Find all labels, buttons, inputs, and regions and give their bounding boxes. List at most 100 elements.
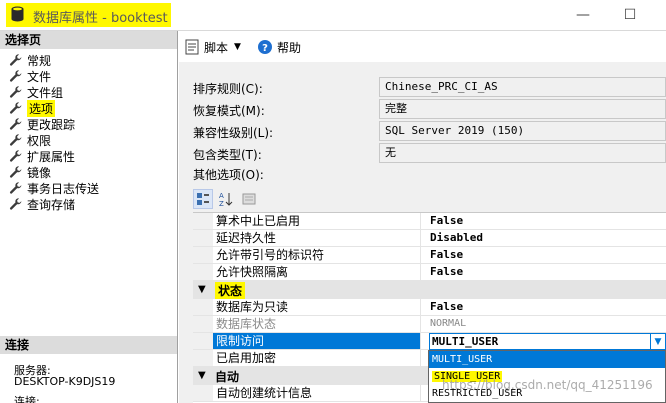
property-value-field[interactable]: 完整 xyxy=(379,99,666,119)
wrench-icon xyxy=(9,54,22,66)
wrench-icon xyxy=(9,182,22,194)
script-label: 脚本 xyxy=(204,40,229,55)
sidebar-item[interactable]: 查询存储 xyxy=(9,196,75,212)
category-state[interactable]: ▼ 状态 xyxy=(193,281,666,299)
wrench-icon xyxy=(9,134,22,146)
page-selector-header: 选择页 xyxy=(0,31,177,49)
grid-toolbar: A Z xyxy=(193,189,262,209)
grid-row-readonly[interactable]: 数据库为只读 False xyxy=(193,299,666,316)
server-value: DESKTOP-K9DJS19 xyxy=(14,375,116,388)
sidebar-item[interactable]: 文件 xyxy=(9,68,51,84)
grid-row[interactable]: 延迟持久性 Disabled xyxy=(193,230,666,247)
grid-row-name: 已启用加密 xyxy=(213,350,421,366)
collapse-caret-icon[interactable]: ▼ xyxy=(198,370,206,381)
help-label: 帮助 xyxy=(276,40,301,55)
grid-row-value: False xyxy=(430,214,464,227)
sidebar-item-label: 权限 xyxy=(27,133,52,148)
script-button[interactable]: 脚本 ▼ xyxy=(184,39,249,56)
wrench-icon xyxy=(9,102,22,114)
minimize-button[interactable]: — xyxy=(570,4,596,26)
toolbar: 脚本 ▼ ? 帮助 xyxy=(184,37,309,57)
title-bar: 数据库属性 - booktest — ☐ xyxy=(0,0,666,30)
script-icon xyxy=(185,39,199,55)
script-dropdown-caret-icon[interactable]: ▼ xyxy=(234,42,241,52)
alphabetical-sort-button[interactable]: A Z xyxy=(216,189,236,209)
sidebar-item-label: 扩展属性 xyxy=(27,149,76,164)
restrict-access-combobox[interactable]: MULTI_USER ▼ xyxy=(429,333,666,350)
restrict-access-value: MULTI_USER xyxy=(432,335,499,348)
sort-az-icon: A Z xyxy=(219,192,233,207)
sidebar-item-label: 常规 xyxy=(27,53,52,68)
grid-row[interactable]: 算术中止已启用 False xyxy=(193,213,666,230)
grid-row-name: 允许带引号的标识符 xyxy=(213,247,421,263)
categorized-icon xyxy=(197,193,209,205)
grid-row-db-state[interactable]: 数据库状态 NORMAL xyxy=(193,316,666,333)
connection-header: 连接 xyxy=(0,336,177,354)
sidebar-item[interactable]: 常规 xyxy=(9,52,51,68)
sidebar-item[interactable]: 事务日志传送 xyxy=(9,180,99,196)
restrict-access-label: 限制访问 xyxy=(213,333,421,349)
property-value-field[interactable]: 无 xyxy=(379,143,666,163)
grid-row-name: 算术中止已启用 xyxy=(213,213,421,229)
grid-row-value: False xyxy=(430,248,464,261)
window-title: 数据库属性 - booktest xyxy=(33,11,168,26)
database-icon xyxy=(11,6,24,22)
grid-row[interactable]: 允许快照隔离 False xyxy=(193,264,666,281)
wrench-icon xyxy=(9,166,22,178)
svg-text:A: A xyxy=(219,192,224,200)
grid-row-name: 允许快照隔离 xyxy=(213,264,421,280)
grid-row-value: NORMAL xyxy=(430,318,467,329)
connection-label: 连接: xyxy=(14,395,40,403)
sidebar-item-label: 选项 xyxy=(27,99,56,117)
property-pages-icon xyxy=(242,193,256,205)
other-options-label: 其他选项(O): xyxy=(193,168,264,182)
grid-row[interactable]: 允许带引号的标识符 False xyxy=(193,247,666,264)
maximize-button[interactable]: ☐ xyxy=(617,4,643,26)
sidebar-item[interactable]: 更改跟踪 xyxy=(9,116,75,132)
sidebar-item[interactable]: 文件组 xyxy=(9,84,63,100)
help-icon: ? xyxy=(257,40,272,54)
wrench-icon xyxy=(9,198,22,210)
wrench-icon xyxy=(9,70,22,82)
property-value-field[interactable]: SQL Server 2019 (150) xyxy=(379,121,666,141)
page-selector-pane: 选择页 常规 文件 文件组 选项 更改跟踪 权限 扩展属性 镜像 事务日志传送 查询存储 连接 服… xyxy=(0,31,178,403)
category-auto-label: 自动 xyxy=(215,370,240,384)
property-label: 恢复模式(M): xyxy=(193,104,265,118)
sidebar-item[interactable]: 扩展属性 xyxy=(9,148,75,164)
grid-row-value: Disabled xyxy=(430,231,483,244)
help-button[interactable]: ? 帮助 xyxy=(257,39,301,56)
sidebar-item[interactable]: 选项 xyxy=(9,99,56,117)
grid-row-value: False xyxy=(430,265,464,278)
category-state-label: 状态 xyxy=(215,282,246,299)
property-label: 兼容性级别(L): xyxy=(193,126,274,140)
wrench-icon xyxy=(9,86,22,98)
property-label: 排序规则(C): xyxy=(193,82,263,96)
property-value-field[interactable]: Chinese_PRC_CI_AS xyxy=(379,77,666,97)
categorized-sort-button[interactable] xyxy=(193,189,213,209)
sidebar-item-label: 镜像 xyxy=(27,165,52,180)
chevron-down-icon[interactable]: ▼ xyxy=(650,334,665,349)
grid-row-restrict-access[interactable]: 限制访问 MULTI_USER ▼ xyxy=(193,333,666,350)
wrench-icon xyxy=(9,150,22,162)
watermark: https://blog.csdn.net/qq_41251196 xyxy=(442,378,653,392)
grid-row-value: False xyxy=(430,300,464,313)
sidebar-item[interactable]: 镜像 xyxy=(9,164,51,180)
sidebar-item-label: 文件 xyxy=(27,69,52,84)
grid-row-name: 数据库状态 xyxy=(213,316,421,332)
grid-row-name: 数据库为只读 xyxy=(213,299,421,315)
collapse-caret-icon[interactable]: ▼ xyxy=(198,284,206,295)
restrict-access-dropdown-list: MULTI_USER SINGLE_USER RESTRICTED_USER xyxy=(428,350,666,403)
sidebar-item-label: 文件组 xyxy=(27,85,64,100)
sidebar-item[interactable]: 权限 xyxy=(9,132,51,148)
grid-row-name: 自动创建统计信息 xyxy=(213,385,421,401)
sidebar-item-label: 查询存储 xyxy=(27,197,76,212)
sidebar-item-label: 更改跟踪 xyxy=(27,117,76,132)
svg-text:Z: Z xyxy=(219,200,224,207)
sidebar-item-label: 事务日志传送 xyxy=(27,181,100,196)
svg-text:?: ? xyxy=(262,43,268,54)
property-pages-button[interactable] xyxy=(239,189,259,209)
property-label: 包含类型(T): xyxy=(193,148,262,162)
wrench-icon xyxy=(9,118,22,130)
dropdown-option-multi-user[interactable]: MULTI_USER xyxy=(429,351,665,368)
grid-row-name: 延迟持久性 xyxy=(213,230,421,246)
